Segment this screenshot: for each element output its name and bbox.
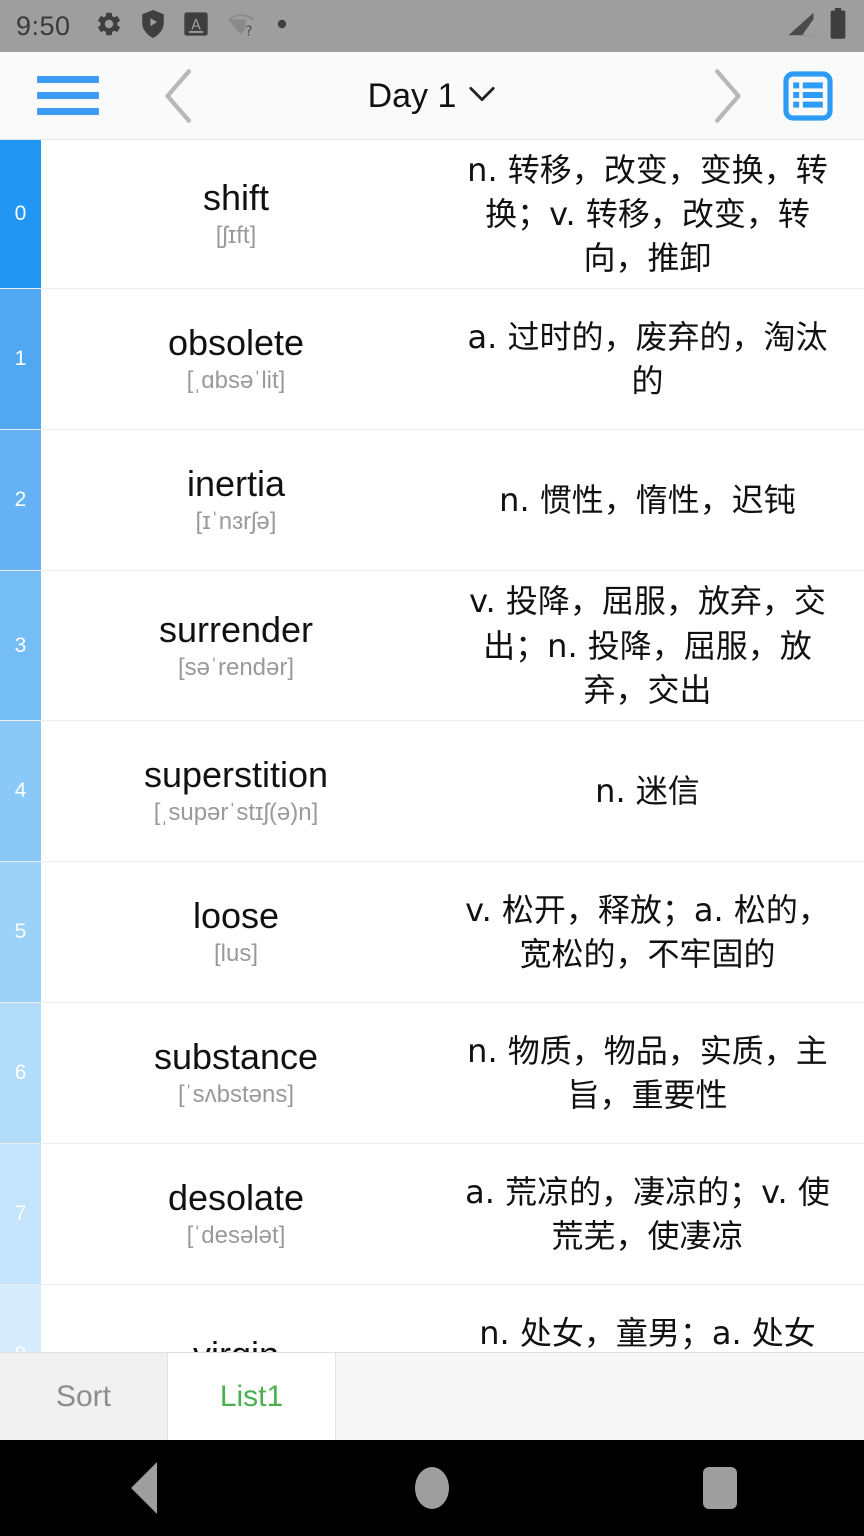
- word-cell[interactable]: loose [lus]: [41, 862, 431, 1002]
- table-row[interactable]: 6 substance [ˈsʌbstəns] n. 物质，物品，实质，主旨，重要性: [0, 1002, 864, 1144]
- word-cell[interactable]: substance [ˈsʌbstəns]: [41, 1003, 431, 1143]
- list-view-icon[interactable]: [780, 68, 836, 124]
- definition-cell[interactable]: v. 投降，屈服，放弃，交出；n. 投降，屈服，放弃，交出: [431, 571, 864, 719]
- a-badge-icon: A: [183, 10, 209, 43]
- row-index-badge: 4: [0, 720, 41, 861]
- dot-icon: [275, 17, 289, 36]
- word-cell[interactable]: surrender [səˈrendər]: [41, 571, 431, 719]
- word-list[interactable]: 0 shift [ʃɪft] n. 转移，改变，变换，转换；v. 转移，改变，转向，推…: [0, 140, 864, 1536]
- phonetic-text: [ˌɑbsəˈlit]: [186, 367, 286, 395]
- bottom-tab-bar: Sort List1: [0, 1352, 864, 1440]
- definition-text: n. 转移，改变，变换，转换；v. 转移，改变，转向，推卸: [467, 151, 828, 278]
- table-row[interactable]: 1 obsolete [ˌɑbsəˈlit] a. 过时的，废弃的，淘汰的: [0, 289, 864, 431]
- definition-cell[interactable]: n. 迷信: [431, 721, 864, 861]
- chevron-right-icon[interactable]: [692, 52, 762, 140]
- row-index-badge: 5: [0, 861, 41, 1002]
- word-text: loose: [192, 894, 280, 936]
- status-clock: 9:50: [16, 10, 71, 41]
- svg-text:A: A: [191, 17, 201, 33]
- square-recents-icon[interactable]: [650, 1440, 790, 1536]
- phonetic-text: [ʃɪft]: [215, 222, 257, 250]
- word-cell[interactable]: superstition [ˌsupərˈstɪʃ(ə)n]: [41, 721, 431, 861]
- word-text: substance: [153, 1035, 319, 1077]
- status-system-icons: [786, 7, 848, 45]
- definition-text: v. 投降，屈服，放弃，交出；n. 投降，屈服，放弃，交出: [469, 582, 826, 709]
- chevron-down-icon[interactable]: [468, 84, 496, 109]
- page-title[interactable]: Day 1: [368, 77, 457, 116]
- phonetic-text: [ˈdesələt]: [186, 1221, 286, 1249]
- shield-play-icon: [140, 9, 166, 43]
- svg-text:?: ?: [245, 24, 252, 37]
- hamburger-icon[interactable]: [22, 76, 114, 115]
- app-toolbar: Day 1: [0, 52, 864, 140]
- wifi-question-icon: ?: [226, 10, 258, 43]
- triangle-back-icon[interactable]: [74, 1440, 214, 1536]
- circle-home-icon[interactable]: [362, 1440, 502, 1536]
- definition-text: n. 物质，物品，实质，主旨，重要性: [467, 1031, 828, 1114]
- tab-list1[interactable]: List1: [168, 1353, 336, 1440]
- phonetic-text: [ˌsupərˈstɪʃ(ə)n]: [153, 798, 319, 826]
- word-cell[interactable]: obsolete [ˌɑbsəˈlit]: [41, 289, 431, 429]
- status-notification-icons: A ?: [95, 9, 289, 43]
- phonetic-text: [ɪˈnɜrʃə]: [195, 508, 277, 536]
- row-index-badge: 3: [0, 571, 41, 720]
- definition-cell[interactable]: n. 物质，物品，实质，主旨，重要性: [431, 1003, 864, 1143]
- definition-cell[interactable]: v. 松开，释放；a. 松的，宽松的，不牢固的: [431, 862, 864, 1002]
- tab-sort[interactable]: Sort: [0, 1353, 168, 1440]
- definition-cell[interactable]: a. 荒凉的，凄凉的；v. 使荒芜，使凄凉: [431, 1144, 864, 1284]
- table-row[interactable]: 2 inertia [ɪˈnɜrʃə] n. 惯性，惰性，迟钝: [0, 430, 864, 572]
- table-row[interactable]: 7 desolate [ˈdesələt] a. 荒凉的，凄凉的；v. 使荒芜，使凄凉: [0, 1143, 864, 1285]
- phonetic-text: [ˈsʌbstəns]: [177, 1080, 295, 1108]
- chevron-left-icon[interactable]: [144, 52, 214, 140]
- phonetic-text: [lus]: [213, 939, 258, 967]
- table-row[interactable]: 0 shift [ʃɪft] n. 转移，改变，变换，转换；v. 转移，改变，转向，推…: [0, 140, 864, 290]
- table-row[interactable]: 5 loose [lus] v. 松开，释放；a. 松的，宽松的，不牢固的: [0, 861, 864, 1003]
- table-row[interactable]: 3 surrender [səˈrendər] v. 投降，屈服，放弃，交出；n. 投…: [0, 571, 864, 721]
- battery-icon: [828, 7, 848, 45]
- signal-icon: [786, 9, 816, 44]
- definition-text: a. 过时的，废弃的，淘汰的: [467, 318, 828, 401]
- word-cell[interactable]: desolate [ˈdesələt]: [41, 1144, 431, 1284]
- row-index-badge: 1: [0, 289, 41, 430]
- word-text: shift: [202, 177, 270, 219]
- definition-text: n. 惯性，惰性，迟钝: [499, 481, 796, 520]
- definition-cell[interactable]: n. 惯性，惰性，迟钝: [431, 430, 864, 570]
- definition-cell[interactable]: a. 过时的，废弃的，淘汰的: [431, 289, 864, 429]
- word-text: inertia: [186, 463, 286, 505]
- word-text: obsolete: [167, 322, 305, 364]
- definition-cell[interactable]: n. 转移，改变，变换，转换；v. 转移，改变，转向，推卸: [431, 140, 864, 288]
- row-index-badge: 0: [0, 140, 41, 289]
- status-bar: 9:50 A ?: [0, 0, 864, 52]
- word-cell[interactable]: inertia [ɪˈnɜrʃə]: [41, 430, 431, 570]
- definition-text: a. 荒凉的，凄凉的；v. 使荒芜，使凄凉: [465, 1172, 830, 1255]
- row-index-badge: 2: [0, 430, 41, 571]
- app-root: 9:50 A ? Day 1 0 shift [ʃɪft] n. 转移，改变，变…: [0, 0, 864, 1536]
- word-text: surrender: [158, 608, 314, 650]
- definition-text: n. 迷信: [595, 771, 700, 810]
- row-index-badge: 7: [0, 1143, 41, 1284]
- word-text: superstition: [143, 753, 329, 795]
- word-cell[interactable]: shift [ʃɪft]: [41, 140, 431, 288]
- tab-bar-filler: [336, 1353, 864, 1440]
- gear-icon: [95, 10, 123, 43]
- word-text: desolate: [167, 1176, 305, 1218]
- table-row[interactable]: 4 superstition [ˌsupərˈstɪʃ(ə)n] n. 迷信: [0, 720, 864, 862]
- phonetic-text: [səˈrendər]: [177, 653, 295, 681]
- row-index-badge: 6: [0, 1002, 41, 1143]
- definition-text: v. 松开，释放；a. 松的，宽松的，不牢固的: [465, 890, 830, 973]
- android-nav-bar: [0, 1440, 864, 1536]
